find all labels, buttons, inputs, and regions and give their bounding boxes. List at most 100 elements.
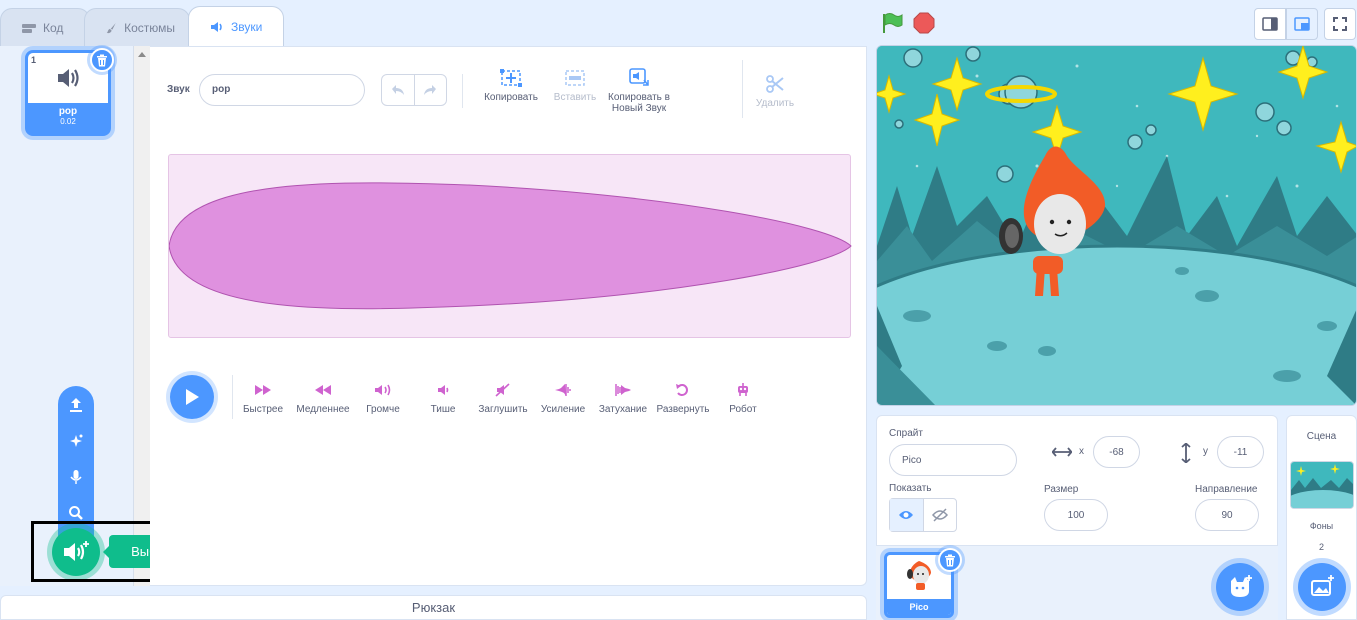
- undo-redo-group: [381, 74, 447, 106]
- size-label: Размер: [1044, 484, 1079, 495]
- effect-reverse-label: Развернуть: [656, 404, 710, 415]
- copy-icon: [500, 69, 522, 87]
- play-icon: [186, 389, 199, 405]
- delete-button[interactable]: Удалить: [750, 74, 800, 109]
- trash-icon: [945, 554, 955, 566]
- choose-sprite-button[interactable]: [1216, 563, 1264, 611]
- surprise-icon[interactable]: [67, 432, 85, 450]
- effect-fade-out-label: Затухание: [598, 404, 648, 415]
- effect-faster-button[interactable]: Быстрее: [231, 383, 295, 415]
- show-label: Показать: [889, 483, 932, 494]
- delete-sound-button[interactable]: [90, 48, 114, 72]
- copy-to-new-label-line1: Копировать в: [608, 92, 670, 103]
- sound-item-duration: 0.02: [60, 117, 76, 126]
- delete-label: Удалить: [755, 98, 795, 109]
- effect-robot-label: Робот: [729, 404, 757, 415]
- add-sprite-icon: [1231, 575, 1252, 597]
- undo-icon: [391, 85, 404, 95]
- green-flag-icon[interactable]: [880, 12, 904, 34]
- sound-list-scrollbar[interactable]: [134, 46, 150, 586]
- fade-out-icon: [615, 384, 631, 396]
- paste-button[interactable]: Вставить: [548, 68, 602, 103]
- waveform-graphic: [168, 182, 852, 310]
- sound-item-name: pop: [58, 106, 78, 117]
- tab-code[interactable]: Код: [0, 8, 90, 46]
- tab-sounds-label: Звуки: [231, 19, 263, 34]
- upload-icon[interactable]: [67, 396, 85, 414]
- backdrop-thumbnail-image: [1291, 462, 1353, 508]
- effect-reverse-button[interactable]: Развернуть: [651, 383, 715, 415]
- add-backdrop-icon: [1311, 575, 1334, 596]
- hide-button[interactable]: [924, 499, 957, 531]
- x-arrows-icon: [1052, 447, 1072, 457]
- effect-mute-button[interactable]: Заглушить: [471, 383, 535, 415]
- effect-fade-in-button[interactable]: Усиление: [531, 383, 595, 415]
- backdrop-thumbnail[interactable]: [1290, 461, 1354, 509]
- tab-sounds[interactable]: Звуки: [188, 6, 284, 46]
- backpack[interactable]: Рюкзак: [0, 595, 867, 620]
- effect-softer-button[interactable]: Тише: [411, 383, 475, 415]
- effect-robot-button[interactable]: Робот: [711, 383, 775, 415]
- fade-in-icon: [555, 384, 571, 396]
- waveform[interactable]: [168, 154, 852, 338]
- louder-icon: [375, 384, 391, 396]
- normal-stage-icon: [1294, 17, 1310, 31]
- copy-to-new-label-line2: Новый Звук: [611, 103, 667, 114]
- tab-code-label: Код: [43, 20, 64, 35]
- effect-softer-label: Тише: [430, 404, 456, 415]
- fullscreen-button[interactable]: [1324, 8, 1356, 40]
- sprite-name-label: Спрайт: [889, 428, 923, 439]
- x-input[interactable]: -68: [1093, 436, 1140, 468]
- tab-costumes[interactable]: Костюмы: [84, 8, 190, 46]
- eye-hidden-icon: [931, 508, 948, 522]
- copy-to-new-icon: [629, 68, 649, 86]
- normal-stage-button[interactable]: [1286, 8, 1318, 40]
- microphone-icon[interactable]: [67, 468, 85, 486]
- effect-fade-out-button[interactable]: Затухание: [591, 383, 655, 415]
- show-button[interactable]: [890, 499, 924, 531]
- size-input[interactable]: 100: [1044, 499, 1108, 531]
- copy-button[interactable]: Копировать: [482, 68, 540, 103]
- sound-name-input[interactable]: pop: [199, 74, 365, 106]
- effect-slower-button[interactable]: Медленнее: [291, 383, 355, 415]
- sound-item-index: 1: [31, 55, 37, 65]
- stage-backdrop: [877, 46, 1356, 405]
- effect-mute-label: Заглушить: [478, 404, 528, 415]
- add-sound-menu: [58, 386, 94, 536]
- eye-icon: [899, 511, 914, 519]
- effect-faster-label: Быстрее: [242, 404, 283, 415]
- paste-icon: [565, 70, 585, 86]
- redo-button[interactable]: [415, 75, 447, 105]
- stop-icon[interactable]: [913, 12, 935, 34]
- speaker-icon: [58, 69, 79, 87]
- redo-icon: [424, 85, 437, 95]
- delete-sprite-button[interactable]: [938, 548, 962, 572]
- copy-label: Копировать: [484, 92, 538, 103]
- direction-input[interactable]: 90: [1195, 499, 1259, 531]
- fullscreen-icon: [1333, 17, 1347, 31]
- sprite-name-input[interactable]: Pico: [889, 444, 1017, 476]
- small-stage-button[interactable]: [1254, 8, 1286, 40]
- undo-button[interactable]: [382, 75, 415, 105]
- scissors-icon: [766, 75, 784, 93]
- sprite-item-name: Pico: [887, 599, 951, 615]
- mute-icon: [495, 383, 510, 397]
- scene-title: Сцена: [1306, 431, 1337, 442]
- code-icon: [22, 23, 36, 33]
- y-label: y: [1203, 446, 1208, 457]
- direction-label: Направление: [1195, 484, 1258, 495]
- search-icon[interactable]: [67, 504, 85, 522]
- effect-louder-label: Громче: [366, 404, 400, 415]
- y-input[interactable]: -11: [1217, 436, 1264, 468]
- effect-slower-label: Медленнее: [296, 404, 350, 415]
- play-button[interactable]: [170, 375, 214, 419]
- slower-icon: [315, 385, 331, 395]
- copy-to-new-button[interactable]: Копировать в Новый Звук: [604, 68, 674, 114]
- stage[interactable]: [876, 45, 1357, 406]
- choose-backdrop-button[interactable]: [1298, 563, 1346, 611]
- effect-louder-button[interactable]: Громче: [351, 383, 415, 415]
- sprite-thumbnail: [907, 561, 931, 590]
- small-stage-icon: [1262, 17, 1278, 31]
- trash-icon: [97, 54, 107, 66]
- toolbar-divider: [462, 74, 463, 108]
